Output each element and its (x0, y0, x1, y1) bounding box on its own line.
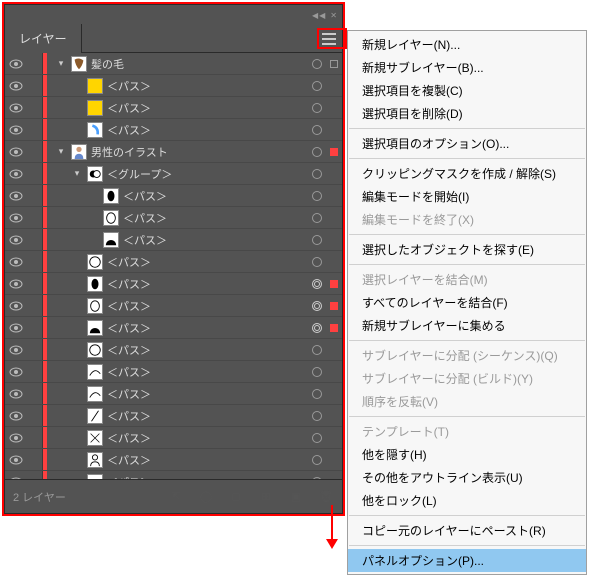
menu-item[interactable]: 選択項目を削除(D) (348, 102, 586, 125)
annotation-arrow (331, 505, 333, 545)
menu-item[interactable]: 選択項目のオプション(O)... (348, 132, 586, 155)
menu-item[interactable]: すべてのレイヤーを結合(F) (348, 291, 586, 314)
annotation-frame-panel (2, 2, 345, 516)
menu-separator (349, 545, 585, 546)
menu-separator (349, 264, 585, 265)
menu-item: 編集モードを終了(X) (348, 208, 586, 231)
menu-separator (349, 128, 585, 129)
menu-item: 選択レイヤーを結合(M) (348, 268, 586, 291)
menu-separator (349, 416, 585, 417)
menu-item[interactable]: 選択したオブジェクトを探す(E) (348, 238, 586, 261)
menu-separator (349, 158, 585, 159)
menu-item: 順序を反転(V) (348, 390, 586, 413)
annotation-frame-menu-button (317, 28, 347, 49)
menu-item[interactable]: 新規レイヤー(N)... (348, 33, 586, 56)
menu-item[interactable]: 編集モードを開始(I) (348, 185, 586, 208)
menu-separator (349, 340, 585, 341)
panel-flyout-menu[interactable]: 新規レイヤー(N)...新規サブレイヤー(B)...選択項目を複製(C)選択項目… (347, 30, 587, 575)
menu-item: サブレイヤーに分配 (シーケンス)(Q) (348, 344, 586, 367)
menu-item[interactable]: 他をロック(L) (348, 489, 586, 512)
menu-item[interactable]: クリッピングマスクを作成 / 解除(S) (348, 162, 586, 185)
menu-item[interactable]: 選択項目を複製(C) (348, 79, 586, 102)
menu-item: サブレイヤーに分配 (ビルド)(Y) (348, 367, 586, 390)
menu-item: テンプレート(T) (348, 420, 586, 443)
menu-item[interactable]: コピー元のレイヤーにペースト(R) (348, 519, 586, 542)
menu-separator (349, 234, 585, 235)
menu-item[interactable]: 新規サブレイヤーに集める (348, 314, 586, 337)
menu-item[interactable]: 新規サブレイヤー(B)... (348, 56, 586, 79)
menu-item[interactable]: パネルオプション(P)... (348, 549, 586, 572)
menu-separator (349, 515, 585, 516)
menu-item[interactable]: その他をアウトライン表示(U) (348, 466, 586, 489)
menu-item[interactable]: 他を隠す(H) (348, 443, 586, 466)
